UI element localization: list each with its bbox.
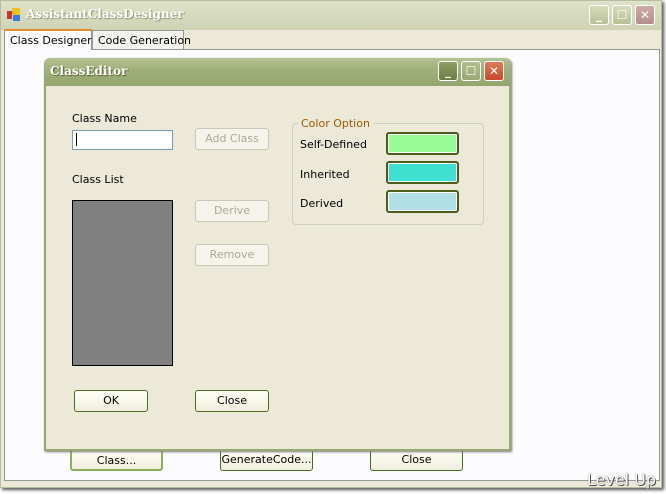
ok-button[interactable]: OK [74,390,148,412]
watermark: Level Up [586,470,656,489]
class-name-label: Class Name [72,112,137,125]
tab-class-designer[interactable]: Class Designer [4,29,92,50]
self-defined-color-button[interactable] [386,132,459,155]
dialog-close-icon[interactable]: ✕ [484,61,504,81]
minimize-button[interactable]: _ [589,5,609,25]
dialog-title-bar[interactable]: ClassEditor _ ☐ ✕ [44,58,511,86]
derived-color-button[interactable] [386,190,459,213]
app-icon [7,8,20,21]
color-option-group: Color Option Self-Defined Inherited Deri… [292,117,484,225]
add-class-button[interactable]: Add Class [195,128,269,150]
class-editor-dialog: ClassEditor _ ☐ ✕ Class Name Class List … [44,58,511,451]
maximize-button[interactable]: ☐ [612,5,632,25]
dialog-close-button[interactable]: Close [195,390,269,412]
inherited-label: Inherited [300,168,350,181]
derived-label: Derived [300,197,344,210]
class-list-label: Class List [72,173,124,186]
derive-button[interactable]: Derive [195,200,269,222]
class-button[interactable]: Class... [70,449,163,471]
main-close-button[interactable]: Close [370,449,463,471]
color-option-title: Color Option [298,117,373,130]
class-name-input[interactable] [72,130,173,150]
self-defined-label: Self-Defined [300,138,367,151]
remove-button[interactable]: Remove [195,244,269,266]
class-list[interactable] [72,200,173,366]
dialog-maximize-button[interactable]: ☐ [461,61,481,81]
dialog-minimize-button[interactable]: _ [438,61,458,81]
main-window-title: AssistantClassDesigner [26,7,184,21]
tab-code-generation[interactable]: Code Generation [92,30,191,50]
dialog-title: ClassEditor [50,64,128,78]
close-window-button[interactable]: ✕ [635,5,655,25]
generate-code-button[interactable]: GenerateCode... [220,449,313,471]
inherited-color-button[interactable] [386,161,459,184]
main-title-bar[interactable]: AssistantClassDesigner _ ☐ ✕ [1,1,661,30]
